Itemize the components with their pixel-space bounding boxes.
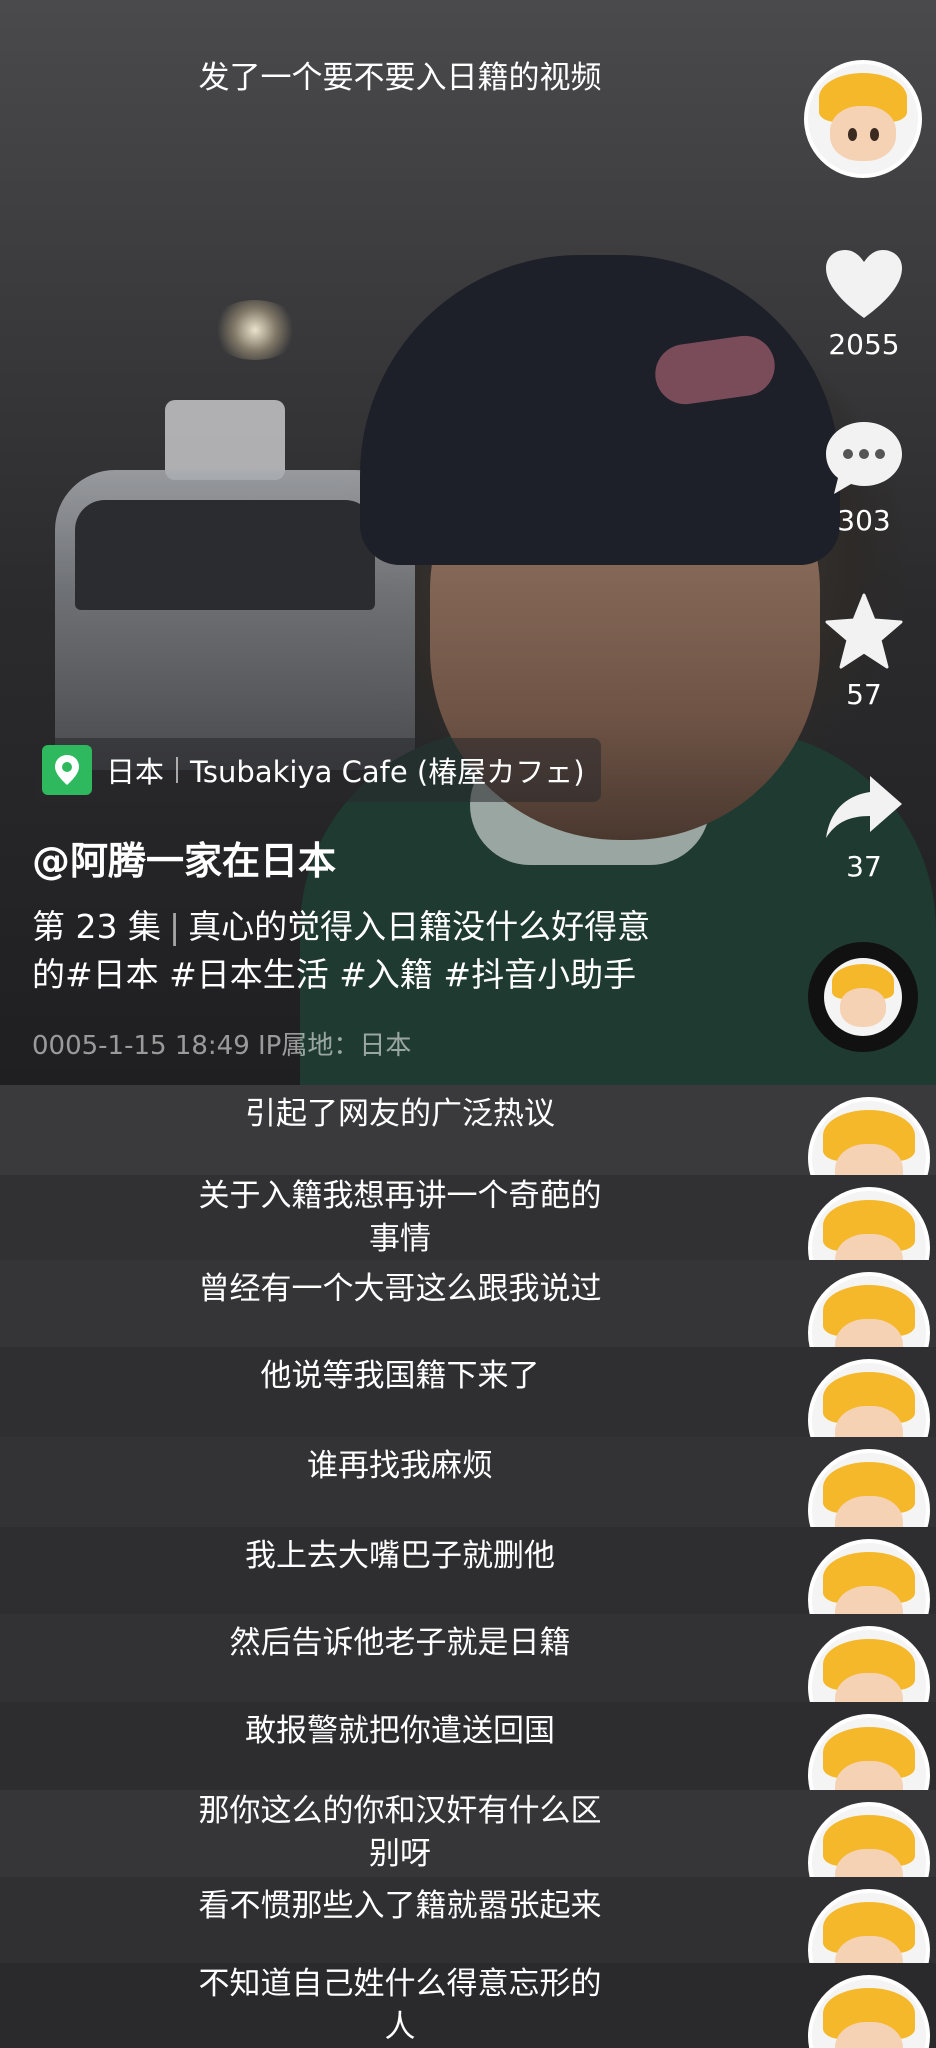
share-count: 37 — [846, 850, 882, 883]
description-line1: 真心的觉得入日籍没什么好得意 — [188, 907, 651, 946]
comment-icon — [826, 422, 902, 494]
subtitle-line: 关于入籍我想再讲一个奇葩的 — [198, 1178, 602, 1214]
subtitle-line: 事情 — [369, 1221, 431, 1257]
like-button[interactable]: 2055 — [816, 248, 912, 361]
episode-label[interactable]: 第 23 集 — [32, 907, 161, 946]
subtitle-frame: 敢报警就把你遣送回国 — [0, 1702, 936, 1790]
subtitle-line: 敢报警就把你遣送回国 — [245, 1713, 555, 1749]
subtitle-avatar — [808, 1097, 930, 1175]
person-beanie — [360, 255, 840, 565]
subtitle-line: 看不惯那些入了籍就嚣张起来 — [198, 1888, 602, 1924]
subtitle-line: 那你这么的你和汉奸有什么区 — [198, 1793, 602, 1829]
favorite-count: 57 — [846, 678, 882, 711]
subtitle-line: 引起了网友的广泛热议 — [245, 1096, 555, 1132]
location-place: Tsubakiya Cafe (椿屋カフェ) — [190, 755, 585, 789]
subtitle-frame: 谁再找我麻烦 — [0, 1437, 936, 1527]
subtitle-frame: 我上去大嘴巴子就删他 — [0, 1527, 936, 1614]
subtitle-text: 我上去大嘴巴子就删他 — [0, 1535, 800, 1578]
subtitle-text: 谁再找我麻烦 — [0, 1445, 800, 1488]
subtitle-line: 人 — [384, 2009, 416, 2045]
subtitle-avatar — [808, 1802, 930, 1877]
subtitle-text: 敢报警就把你遣送回国 — [0, 1710, 800, 1753]
subtitle-frame: 看不惯那些入了籍就嚣张起来 — [0, 1877, 936, 1963]
favorite-button[interactable]: 57 — [816, 592, 912, 711]
subtitle-text: 看不惯那些入了籍就嚣张起来 — [0, 1885, 800, 1928]
subtitle-avatar — [808, 1626, 930, 1702]
subtitle-text: 不知道自己姓什么得意忘形的人 — [0, 1963, 800, 2048]
heart-icon — [826, 250, 902, 318]
subtitle-frame: 那你这么的你和汉奸有什么区 别呀 — [0, 1790, 936, 1877]
subtitle-frame: 曾经有一个大哥这么跟我说过 — [0, 1260, 936, 1347]
subtitle-frame: 引起了网友的广泛热议 — [0, 1085, 936, 1175]
subtitle-text: 然后告诉他老子就是日籍 — [0, 1622, 800, 1665]
location-divider — [176, 757, 179, 783]
subtitle-line: 我上去大嘴巴子就删他 — [245, 1538, 555, 1574]
subtitle-text: 那你这么的你和汉奸有什么区 别呀 — [0, 1790, 800, 1876]
star-icon — [825, 593, 903, 669]
subtitle-line: 然后告诉他老子就是日籍 — [229, 1625, 571, 1661]
subtitle-line: 不知道自己姓什么得意忘形的 — [198, 1966, 602, 2002]
subtitle-line: 他说等我国籍下来了 — [260, 1358, 540, 1394]
subtitle-avatar — [808, 1272, 930, 1347]
subtitle-line: 曾经有一个大哥这么跟我说过 — [198, 1271, 602, 1307]
description-line2[interactable]: 的#日本 #日本生活 #入籍 #抖音小助手 — [32, 951, 752, 999]
subtitle-avatar — [808, 1975, 930, 2048]
like-count: 2055 — [828, 328, 900, 361]
background-van — [165, 400, 285, 480]
author-avatar[interactable] — [804, 60, 922, 178]
subtitle-line: 谁再找我麻烦 — [307, 1448, 493, 1484]
subtitle-avatar — [808, 1449, 930, 1527]
music-disc[interactable] — [808, 942, 918, 1052]
subtitle-frame: 他说等我国籍下来了 — [0, 1347, 936, 1437]
car-window — [75, 500, 375, 610]
subtitle-frame: 然后告诉他老子就是日籍 — [0, 1614, 936, 1702]
subtitle-line: 别呀 — [369, 1836, 431, 1872]
subtitle-avatar — [808, 1359, 930, 1437]
subtitle-text: 关于入籍我想再讲一个奇葩的 事情 — [0, 1175, 800, 1260]
subtitle-avatar — [808, 1539, 930, 1614]
location-tag[interactable]: 日本 Tsubakiya Cafe (椿屋カフェ) — [36, 738, 601, 802]
author-name[interactable]: @阿腾一家在日本 — [32, 830, 336, 885]
share-button[interactable]: 37 — [816, 772, 912, 883]
video-description: 第 23 集 | 真心的觉得入日籍没什么好得意 的#日本 #日本生活 #入籍 #抖音… — [32, 903, 752, 999]
subtitle-frame: 不知道自己姓什么得意忘形的人 — [0, 1963, 936, 2048]
subtitle-avatar — [808, 1187, 930, 1260]
subtitle-avatar — [808, 1714, 930, 1790]
subtitle-frame: 关于入籍我想再讲一个奇葩的 事情 — [0, 1175, 936, 1260]
comment-button[interactable]: 303 — [816, 420, 912, 537]
subtitle-text: 引起了网友的广泛热议 — [0, 1093, 800, 1136]
street-light — [210, 300, 300, 360]
video-top-title: 发了一个要不要入日籍的视频 — [198, 60, 602, 96]
comment-count: 303 — [837, 504, 891, 537]
subtitle-avatar — [808, 1889, 930, 1963]
location-region: 日本 — [106, 755, 165, 789]
subtitle-text: 他说等我国籍下来了 — [0, 1355, 800, 1398]
share-icon — [826, 776, 902, 838]
post-meta: 0005-1-15 18:49 IP属地：日本 — [32, 1031, 412, 1061]
subtitle-text: 曾经有一个大哥这么跟我说过 — [0, 1268, 800, 1311]
location-pin-icon — [42, 745, 92, 795]
